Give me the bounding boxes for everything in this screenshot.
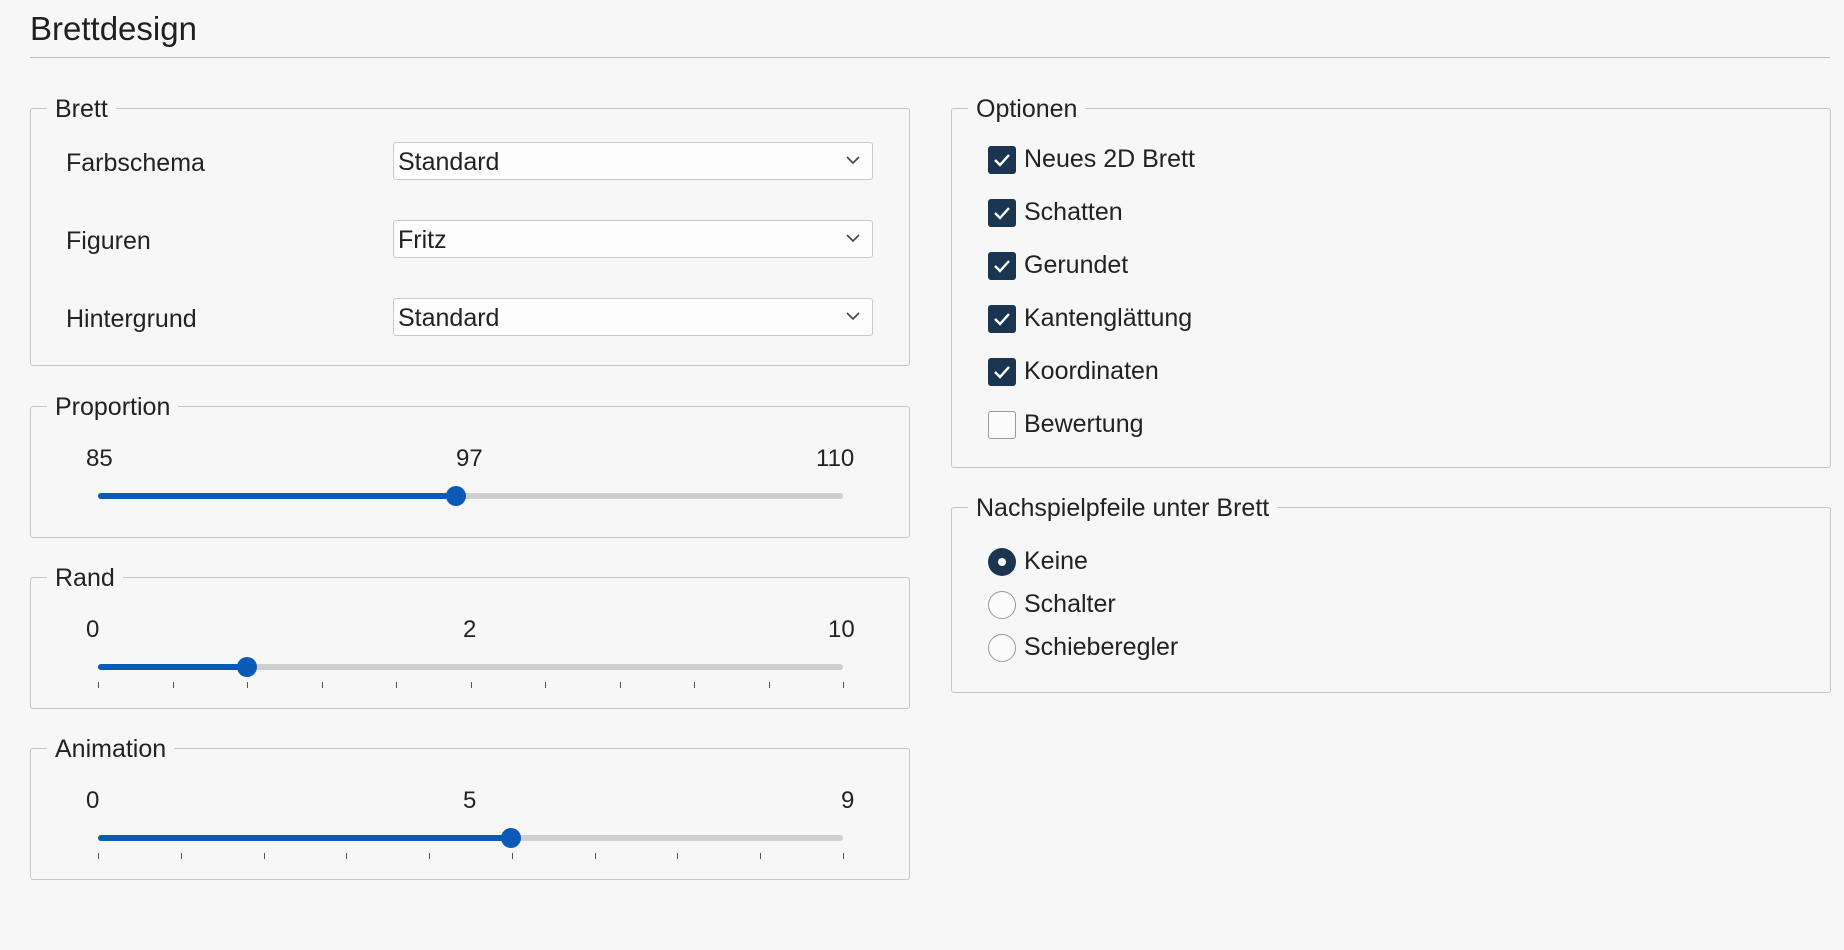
board-legend: Brett: [47, 92, 116, 126]
checkbox[interactable]: [988, 146, 1016, 174]
option-label: Schatten: [1024, 198, 1123, 226]
options-group: Optionen Neues 2D Brett Schatten Gerunde…: [951, 92, 1831, 468]
proportion-legend: Proportion: [47, 390, 179, 424]
radio-label: Schieberegler: [1024, 633, 1179, 661]
checkmark-icon: [994, 260, 1010, 273]
pieces-select[interactable]: Fritz: [393, 220, 873, 258]
slider-tick: [172, 682, 174, 688]
option-label: Kantenglättung: [1024, 304, 1193, 332]
chevron-down-icon: [846, 234, 860, 243]
proportion-group: Proportion 85 97 110: [30, 390, 910, 538]
options-legend: Optionen: [968, 92, 1086, 126]
radio-button[interactable]: [988, 548, 1016, 576]
slider-tick: [843, 853, 844, 859]
option-label: Gerundet: [1024, 251, 1129, 279]
slider-tick: [843, 682, 844, 688]
slider-tick: [760, 853, 762, 859]
proportion-slider-fill: [98, 493, 456, 499]
slider-tick: [396, 682, 397, 688]
slider-tick: [321, 682, 323, 688]
proportion-slider[interactable]: [98, 486, 843, 506]
checkbox[interactable]: [988, 358, 1016, 386]
checkbox[interactable]: [988, 305, 1016, 333]
slider-tick: [545, 682, 546, 688]
option-label: Bewertung: [1024, 410, 1144, 438]
color-scheme-label: Farbschema: [66, 149, 205, 177]
border-group: Rand 0 2 10: [30, 561, 910, 709]
slider-tick: [180, 853, 182, 859]
checkbox[interactable]: [988, 252, 1016, 280]
radio-button[interactable]: [988, 634, 1016, 662]
animation-slider-fill: [98, 835, 512, 841]
slider-tick: [346, 853, 348, 859]
replay-arrows-group: Nachspielpfeile unter Brett Keine Schalt…: [951, 491, 1831, 693]
animation-slider[interactable]: [98, 828, 843, 848]
animation-min: 0: [86, 787, 100, 814]
radio-label: Schalter: [1024, 590, 1116, 618]
pieces-label: Figuren: [66, 227, 151, 255]
slider-tick: [594, 853, 596, 859]
checkmark-icon: [994, 313, 1010, 326]
border-value: 2: [463, 616, 477, 643]
chevron-down-icon: [846, 312, 860, 321]
chevron-down-icon: [846, 156, 860, 165]
slider-tick: [619, 682, 621, 688]
border-slider-fill: [98, 664, 247, 670]
slider-tick: [263, 853, 265, 859]
border-slider[interactable]: [98, 657, 843, 677]
color-scheme-select[interactable]: Standard: [393, 142, 873, 180]
slider-tick: [247, 682, 248, 688]
title-divider: [30, 57, 1830, 58]
border-legend: Rand: [47, 561, 123, 595]
proportion-value: 97: [456, 445, 483, 472]
animation-legend: Animation: [47, 732, 175, 766]
slider-tick: [768, 682, 770, 688]
slider-tick: [470, 682, 472, 688]
checkbox[interactable]: [988, 411, 1016, 439]
replay-arrows-legend: Nachspielpfeile unter Brett: [968, 491, 1278, 525]
pieces-value: Fritz: [398, 226, 447, 254]
animation-group: Animation 0 5 9: [30, 732, 910, 880]
option-label: Koordinaten: [1024, 357, 1159, 385]
checkbox[interactable]: [988, 199, 1016, 227]
background-select[interactable]: Standard: [393, 298, 873, 336]
border-slider-ticks: [98, 682, 844, 690]
slider-tick: [98, 682, 99, 688]
slider-tick: [511, 853, 513, 859]
slider-tick: [677, 853, 679, 859]
proportion-slider-thumb[interactable]: [445, 486, 466, 506]
animation-slider-ticks: [98, 853, 844, 861]
radio-button[interactable]: [988, 591, 1016, 619]
border-max: 10: [828, 616, 855, 643]
checkmark-icon: [994, 154, 1010, 167]
border-slider-thumb[interactable]: [237, 657, 257, 677]
animation-value: 5: [463, 787, 477, 814]
checkmark-icon: [994, 207, 1010, 220]
radio-label: Keine: [1024, 547, 1088, 575]
option-label: Neues 2D Brett: [1024, 145, 1195, 173]
border-min: 0: [86, 616, 100, 643]
animation-slider-thumb[interactable]: [501, 828, 522, 848]
animation-max: 9: [841, 787, 855, 814]
background-label: Hintergrund: [66, 305, 197, 333]
board-group: Brett Farbschema Standard Figuren Fritz …: [30, 92, 910, 366]
proportion-max: 110: [816, 445, 855, 472]
slider-tick: [98, 853, 99, 859]
slider-tick: [694, 682, 695, 688]
page-title: Brettdesign: [30, 10, 197, 47]
slider-tick: [429, 853, 431, 859]
proportion-min: 85: [86, 445, 113, 472]
background-value: Standard: [398, 304, 500, 332]
checkmark-icon: [994, 366, 1010, 379]
color-scheme-value: Standard: [398, 148, 500, 176]
